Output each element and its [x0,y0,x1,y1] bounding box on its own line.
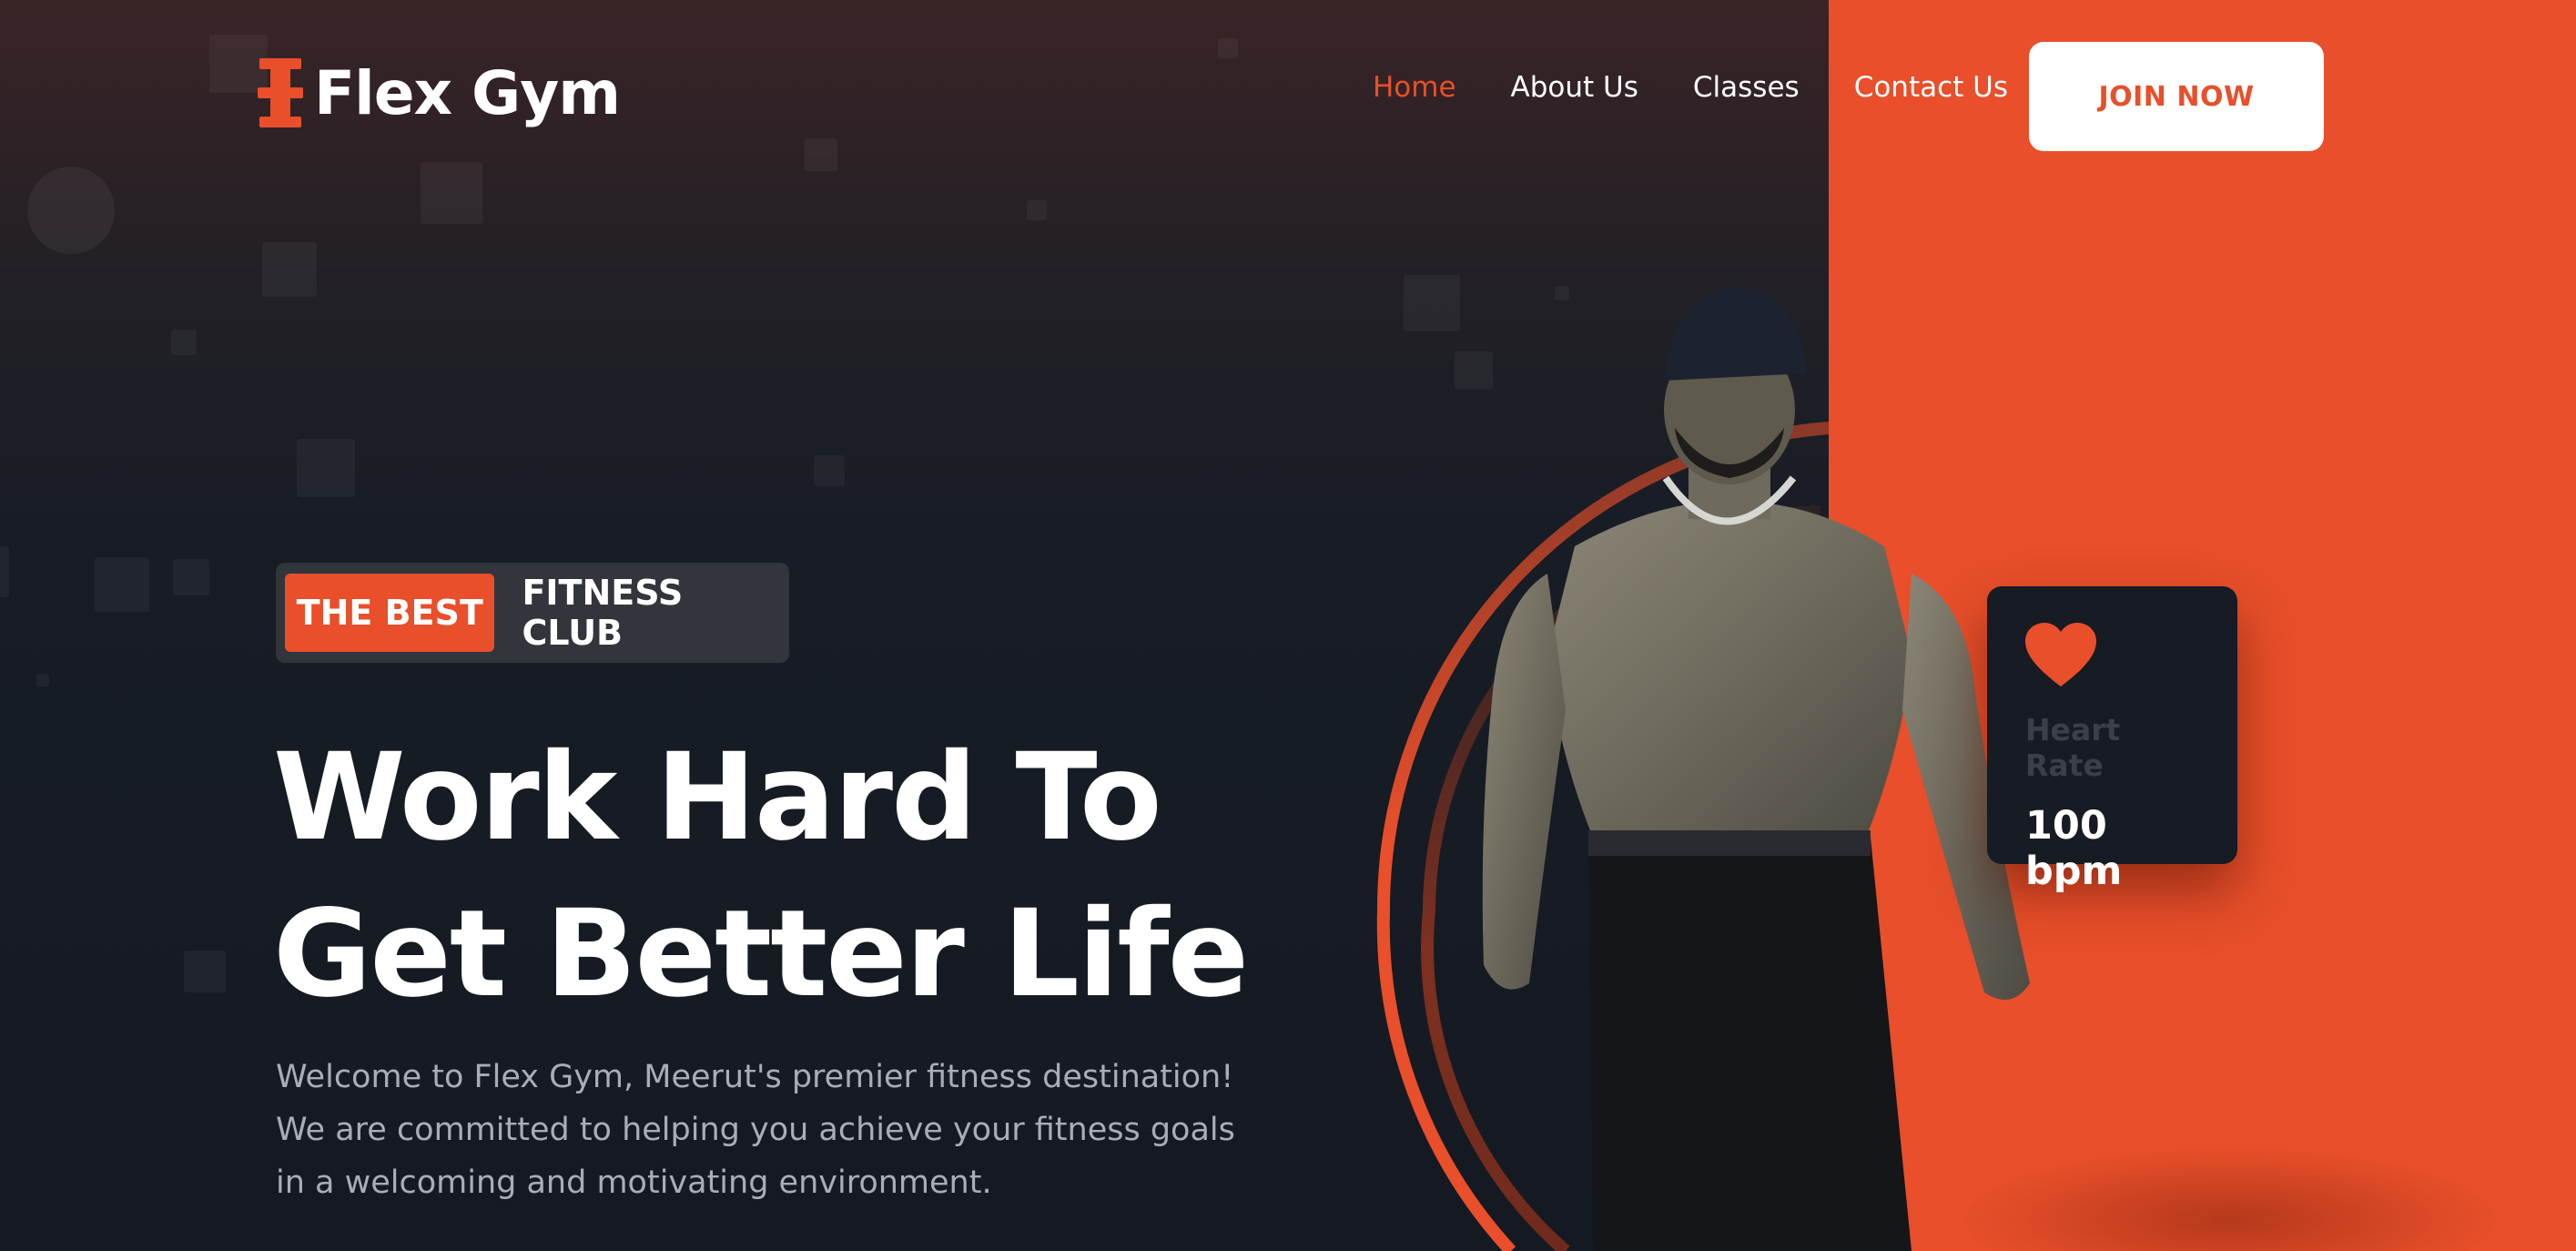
background-square [297,439,355,497]
background-square [1218,38,1238,58]
brand-name: Flex Gym [314,57,621,128]
background-square [36,674,49,687]
join-now-button[interactable]: JOIN NOW [2029,42,2324,151]
nav-classes-link[interactable]: Classes [1693,71,1800,104]
badge-label: FITNESS CLUB [522,573,684,653]
heart-icon [2025,623,2096,688]
background-square [184,951,226,992]
background-circle [27,167,115,254]
brand-logo[interactable]: Flex Gym [258,56,621,129]
hero-badge: THE BEST FITNESS CLUB [276,563,789,663]
background-square [421,162,482,224]
background-square [173,559,209,595]
nav-about-link[interactable]: About Us [1511,71,1638,104]
background-square [95,557,149,612]
headline-line-2: Get Better Life [273,884,1249,1024]
headline-line-1: Work Hard To [273,727,1162,868]
hero-image [1274,273,2094,1251]
background-square [171,330,197,355]
hero-page: Flex Gym Home About Us Classes Contact U… [0,0,2576,1251]
heart-rate-value: 100 bpm [2025,803,2123,894]
heart-rate-label: Heart Rate [2025,712,2121,783]
background-square [1027,200,1047,220]
background-square [262,242,317,297]
background-square [814,455,845,486]
background-square [0,546,9,597]
dumbbell-icon [258,58,303,127]
background-square [805,138,837,171]
hero-description: Welcome to Flex Gym, Meerut's premier fi… [276,1059,1235,1201]
heart-rate-card: Heart Rate 100 bpm [1987,586,2237,894]
nav-contact-link[interactable]: Contact Us [1854,71,2008,104]
main-nav: Home About Us Classes Contact Us [1373,71,2008,104]
badge-accent-label: THE BEST [285,574,495,652]
hero-headline: Work Hard To Get Better Life [273,719,1249,1032]
nav-home-link[interactable]: Home [1373,71,1456,104]
